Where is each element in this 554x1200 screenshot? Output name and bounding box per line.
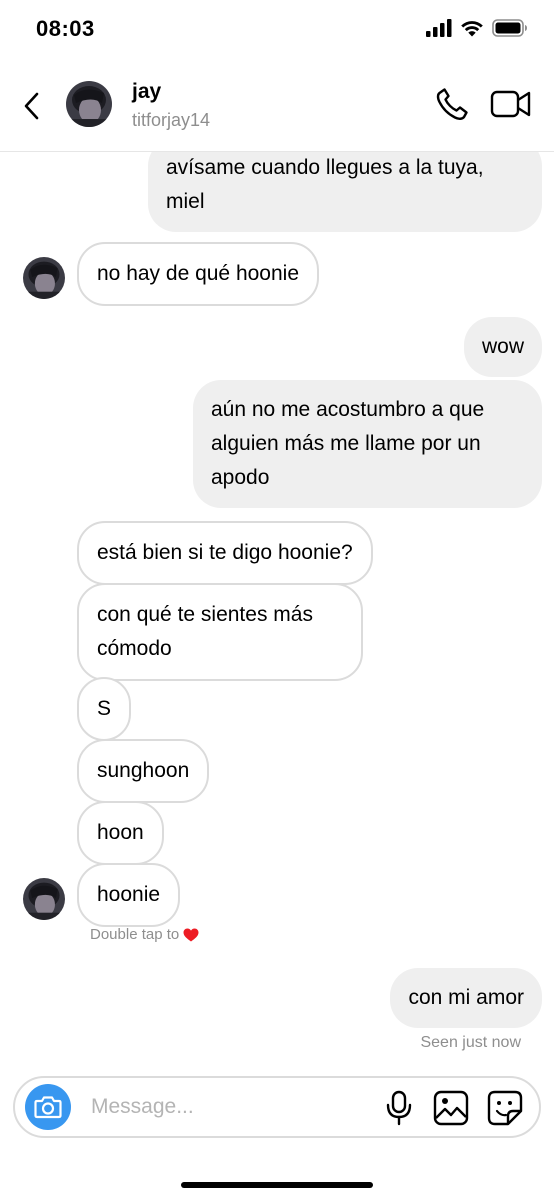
double-tap-hint: Double tap to: [90, 926, 199, 943]
message-incoming[interactable]: no hay de qué hoonie: [77, 242, 320, 306]
message-incoming[interactable]: está bien si te digo hoonie?: [77, 521, 373, 585]
message-outgoing[interactable]: con mi amor: [390, 968, 542, 1028]
voice-call-button[interactable]: [434, 86, 470, 122]
battery-icon: [492, 19, 527, 37]
status-bar: 08:03: [0, 0, 554, 60]
sender-avatar[interactable]: [23, 878, 65, 920]
video-call-button[interactable]: [490, 88, 532, 120]
message-outgoing[interactable]: wow: [463, 317, 542, 377]
camera-button[interactable]: [25, 1084, 71, 1130]
message-incoming[interactable]: hoonie: [77, 863, 181, 927]
back-button[interactable]: [16, 86, 48, 126]
message-input[interactable]: [91, 1092, 361, 1122]
status-time: 08:03: [36, 16, 95, 41]
heart-icon: [183, 928, 199, 941]
signal-icon: [426, 19, 452, 37]
phone-icon: [436, 88, 468, 120]
chat-header: jay titforjay14: [0, 60, 554, 152]
contact-name[interactable]: jay: [132, 80, 161, 104]
sticker-button[interactable]: [487, 1090, 523, 1126]
message-incoming[interactable]: hoon: [77, 801, 164, 865]
sticker-icon: [487, 1090, 523, 1126]
double-tap-hint-text: Double tap to: [90, 926, 180, 943]
message-incoming[interactable]: con qué te sientes más cómodo: [77, 583, 363, 681]
status-icons: [426, 19, 528, 37]
sender-avatar[interactable]: [23, 257, 65, 299]
message-composer: [13, 1076, 541, 1138]
message-incoming[interactable]: sunghoon: [77, 739, 210, 803]
contact-handle: titforjay14: [132, 110, 211, 130]
message-outgoing[interactable]: aún no me acostumbro a que alguien más m…: [193, 380, 542, 508]
gallery-icon: [433, 1090, 469, 1126]
home-indicator[interactable]: [181, 1182, 373, 1188]
contact-avatar[interactable]: [66, 81, 112, 127]
seen-status: Seen just now: [420, 1034, 521, 1051]
wifi-icon: [461, 21, 483, 37]
message-incoming[interactable]: S: [77, 677, 132, 741]
microphone-icon: [386, 1090, 412, 1126]
video-camera-icon: [490, 90, 531, 118]
back-arrow-icon: [24, 92, 39, 120]
voice-message-button[interactable]: [383, 1090, 415, 1126]
camera-icon: [34, 1096, 62, 1119]
message-outgoing[interactable]: avísame cuando llegues a la tuya, miel: [148, 152, 542, 232]
message-thread[interactable]: avísame cuando llegues a la tuya, miel n…: [0, 152, 554, 1070]
gallery-button[interactable]: [433, 1090, 469, 1126]
